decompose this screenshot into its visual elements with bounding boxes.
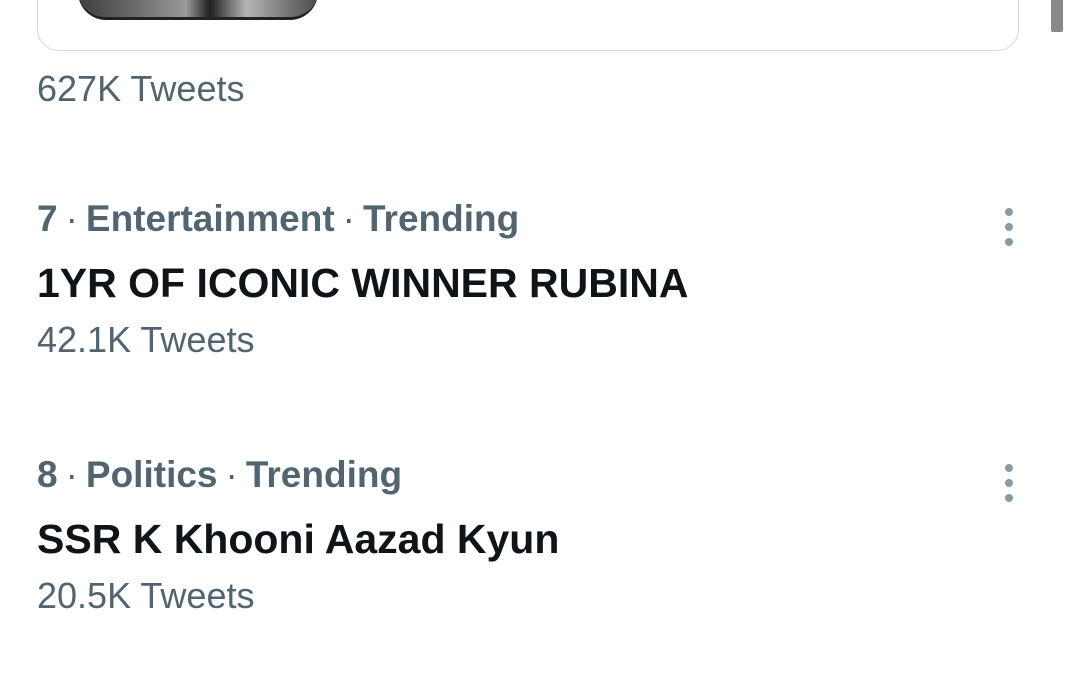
trend-category: Entertainment xyxy=(85,198,335,239)
previous-trend-tweet-count: 627K Tweets xyxy=(37,68,245,109)
trend-tweet-count: 20.5K Tweets xyxy=(37,575,255,616)
meta-separator: · xyxy=(342,198,355,239)
media-card[interactable] xyxy=(37,0,1019,51)
trend-item[interactable]: 7 · Entertainment · Trending 1YR OF ICONIC W… xyxy=(37,197,1037,361)
trend-status: Trending xyxy=(245,454,403,495)
trend-rank: 8 xyxy=(37,454,58,495)
trend-tweet-count: 42.1K Tweets xyxy=(37,319,255,360)
scrollbar-thumb[interactable] xyxy=(1051,0,1063,32)
more-options-button[interactable] xyxy=(989,197,1029,257)
trend-title[interactable]: SSR K Khooni Aazad Kyun xyxy=(37,514,1037,564)
media-thumbnail[interactable] xyxy=(78,0,318,20)
trend-item[interactable]: 8 · Politics · Trending SSR K Khooni Aazad K… xyxy=(37,453,1037,617)
trend-rank: 7 xyxy=(37,198,58,239)
trend-status: Trending xyxy=(363,198,520,239)
more-vertical-dots-icon xyxy=(1005,464,1013,502)
meta-separator: · xyxy=(65,198,78,239)
trend-meta: 7 · Entertainment · Trending xyxy=(37,197,1037,241)
trend-meta: 8 · Politics · Trending xyxy=(37,453,1037,497)
meta-separator: · xyxy=(225,454,238,495)
meta-separator: · xyxy=(65,454,78,495)
more-options-button[interactable] xyxy=(989,453,1029,513)
more-vertical-dots-icon xyxy=(1005,208,1013,246)
trend-title[interactable]: 1YR OF ICONIC WINNER RUBINA xyxy=(37,258,1037,308)
trend-category: Politics xyxy=(85,454,218,495)
